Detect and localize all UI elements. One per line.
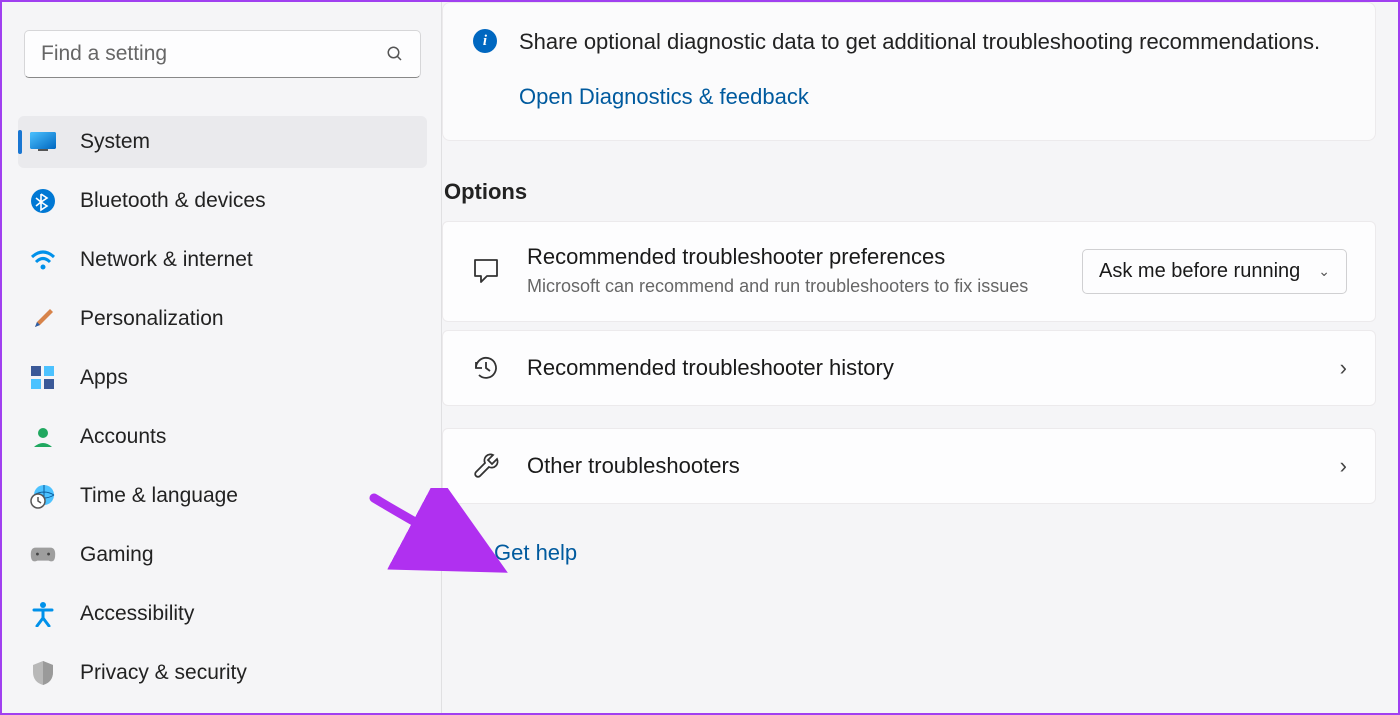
info-icon: i — [473, 29, 497, 53]
history-icon — [471, 353, 501, 383]
search-box[interactable] — [24, 30, 421, 78]
diagnostic-info-card: i Share optional diagnostic data to get … — [442, 2, 1376, 141]
option-troubleshooter-history[interactable]: Recommended troubleshooter history › — [442, 330, 1376, 406]
paintbrush-icon — [30, 306, 56, 332]
accessibility-icon — [30, 601, 56, 627]
main-content: i Share optional diagnostic data to get … — [442, 2, 1398, 713]
sidebar-item-privacy[interactable]: Privacy & security — [18, 647, 427, 699]
wrench-icon — [471, 451, 501, 481]
sidebar-item-label: Gaming — [80, 543, 154, 567]
sidebar-item-label: Time & language — [80, 484, 238, 508]
sidebar-item-gaming[interactable]: Gaming — [18, 529, 427, 581]
option-title: Recommended troubleshooter history — [527, 355, 1314, 381]
option-troubleshooter-preferences[interactable]: Recommended troubleshooter preferences M… — [442, 221, 1376, 322]
chevron-down-icon: ⌄ — [1318, 263, 1330, 280]
sidebar-item-accounts[interactable]: Accounts — [18, 411, 427, 463]
open-diagnostics-link[interactable]: Open Diagnostics & feedback — [519, 84, 1345, 110]
chat-icon — [471, 256, 501, 286]
option-subtitle: Microsoft can recommend and run troubles… — [527, 274, 1056, 299]
sidebar-item-label: Personalization — [80, 307, 224, 331]
person-icon — [30, 424, 56, 450]
sidebar-item-network[interactable]: Network & internet — [18, 234, 427, 286]
svg-text:?: ? — [461, 554, 467, 564]
sidebar-item-time[interactable]: Time & language — [18, 470, 427, 522]
get-help-row[interactable]: ? Get help — [446, 540, 1376, 566]
shield-icon — [30, 660, 56, 686]
sidebar-item-label: Accessibility — [80, 602, 194, 626]
option-title: Other troubleshooters — [527, 453, 1314, 479]
preferences-dropdown[interactable]: Ask me before running ⌄ — [1082, 249, 1347, 294]
nav-list: System Bluetooth & devices Network & int… — [18, 116, 427, 699]
sidebar-item-label: Privacy & security — [80, 661, 247, 685]
sidebar-item-personalization[interactable]: Personalization — [18, 293, 427, 345]
sidebar-item-label: Apps — [80, 366, 128, 390]
sidebar-item-apps[interactable]: Apps — [18, 352, 427, 404]
gamepad-icon — [30, 542, 56, 568]
chevron-right-icon: › — [1340, 355, 1347, 381]
sidebar-item-label: Network & internet — [80, 248, 253, 272]
apps-icon — [30, 365, 56, 391]
monitor-icon — [30, 129, 56, 155]
wifi-icon — [30, 247, 56, 273]
search-input[interactable] — [41, 42, 386, 66]
sidebar-item-accessibility[interactable]: Accessibility — [18, 588, 427, 640]
get-help-link[interactable]: Get help — [494, 540, 577, 566]
sidebar-item-label: System — [80, 130, 150, 154]
dropdown-selected-value: Ask me before running — [1099, 260, 1300, 283]
diagnostic-info-text: Share optional diagnostic data to get ad… — [519, 27, 1320, 58]
option-other-troubleshooters[interactable]: Other troubleshooters › — [442, 428, 1376, 504]
help-icon: ? — [446, 540, 472, 566]
bluetooth-icon — [30, 188, 56, 214]
chevron-right-icon: › — [1340, 453, 1347, 479]
sidebar-item-bluetooth[interactable]: Bluetooth & devices — [18, 175, 427, 227]
globe-clock-icon — [30, 483, 56, 509]
sidebar-item-label: Bluetooth & devices — [80, 189, 266, 213]
sidebar: System Bluetooth & devices Network & int… — [2, 2, 442, 713]
option-title: Recommended troubleshooter preferences — [527, 244, 1056, 270]
sidebar-item-system[interactable]: System — [18, 116, 427, 168]
search-icon — [386, 45, 404, 63]
sidebar-item-label: Accounts — [80, 425, 166, 449]
options-heading: Options — [444, 179, 1376, 205]
